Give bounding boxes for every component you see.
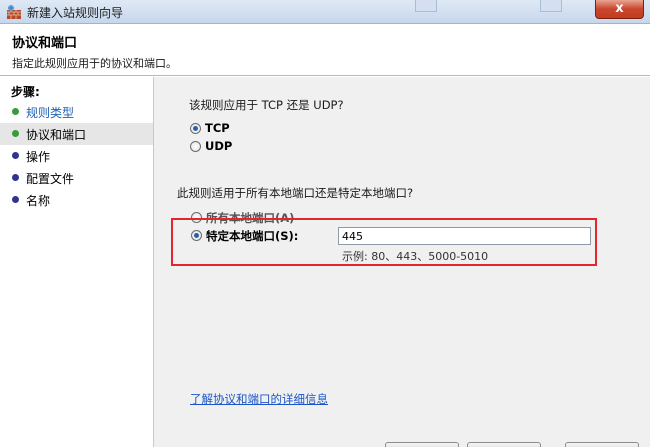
steps-sidebar: 步骤: 规则类型 协议和端口 操作 配置文件 名称: [0, 77, 154, 447]
tcp-radio[interactable]: [190, 123, 201, 134]
title-bar: 新建入站规则向导 x: [0, 0, 650, 24]
step-label: 名称: [26, 194, 51, 208]
step-bullet-icon: [12, 152, 19, 159]
page-title: 协议和端口: [12, 36, 78, 51]
page-description: 指定此规则应用于的协议和端口。: [12, 57, 177, 70]
wizard-header: 协议和端口 指定此规则应用于的协议和端口。: [0, 24, 650, 76]
step-rule-type[interactable]: 规则类型: [0, 101, 153, 123]
learn-more-link[interactable]: 了解协议和端口的详细信息: [190, 391, 328, 407]
firewall-icon: [7, 5, 21, 19]
background-window-button: [540, 0, 562, 12]
next-button[interactable]: [467, 442, 541, 447]
step-profile: 配置文件: [0, 167, 153, 189]
highlight-box: [171, 218, 597, 266]
step-bullet-icon: [12, 130, 19, 137]
udp-label[interactable]: UDP: [205, 139, 232, 153]
step-bullet-icon: [12, 108, 19, 115]
step-label: 协议和端口: [26, 128, 87, 142]
ports-question: 此规则适用于所有本地端口还是特定本地端口?: [177, 186, 414, 200]
protocol-question: 该规则应用于 TCP 还是 UDP?: [189, 98, 344, 112]
previous-button[interactable]: [385, 442, 459, 447]
step-label: 配置文件: [26, 172, 75, 186]
step-bullet-icon: [12, 196, 19, 203]
step-bullet-icon: [12, 174, 19, 181]
step-action: 操作: [0, 145, 153, 167]
udp-radio[interactable]: [190, 141, 201, 152]
step-label: 规则类型: [26, 106, 75, 120]
steps-heading: 步骤:: [11, 85, 40, 99]
background-window-button: [415, 0, 437, 12]
wizard-content: 该规则应用于 TCP 还是 UDP? TCP UDP 此规则适用于所有本地端口还…: [155, 77, 650, 447]
window-title: 新建入站规则向导: [27, 6, 124, 20]
step-protocol-ports[interactable]: 协议和端口: [0, 123, 153, 145]
wizard-body: 步骤: 规则类型 协议和端口 操作 配置文件 名称 该规则应用于 TCP 还是 …: [0, 77, 650, 447]
step-name: 名称: [0, 189, 153, 211]
close-button[interactable]: x: [595, 0, 644, 19]
close-icon: x: [615, 1, 624, 16]
cancel-button[interactable]: [565, 442, 639, 447]
tcp-label[interactable]: TCP: [205, 121, 230, 135]
step-label: 操作: [26, 150, 51, 164]
